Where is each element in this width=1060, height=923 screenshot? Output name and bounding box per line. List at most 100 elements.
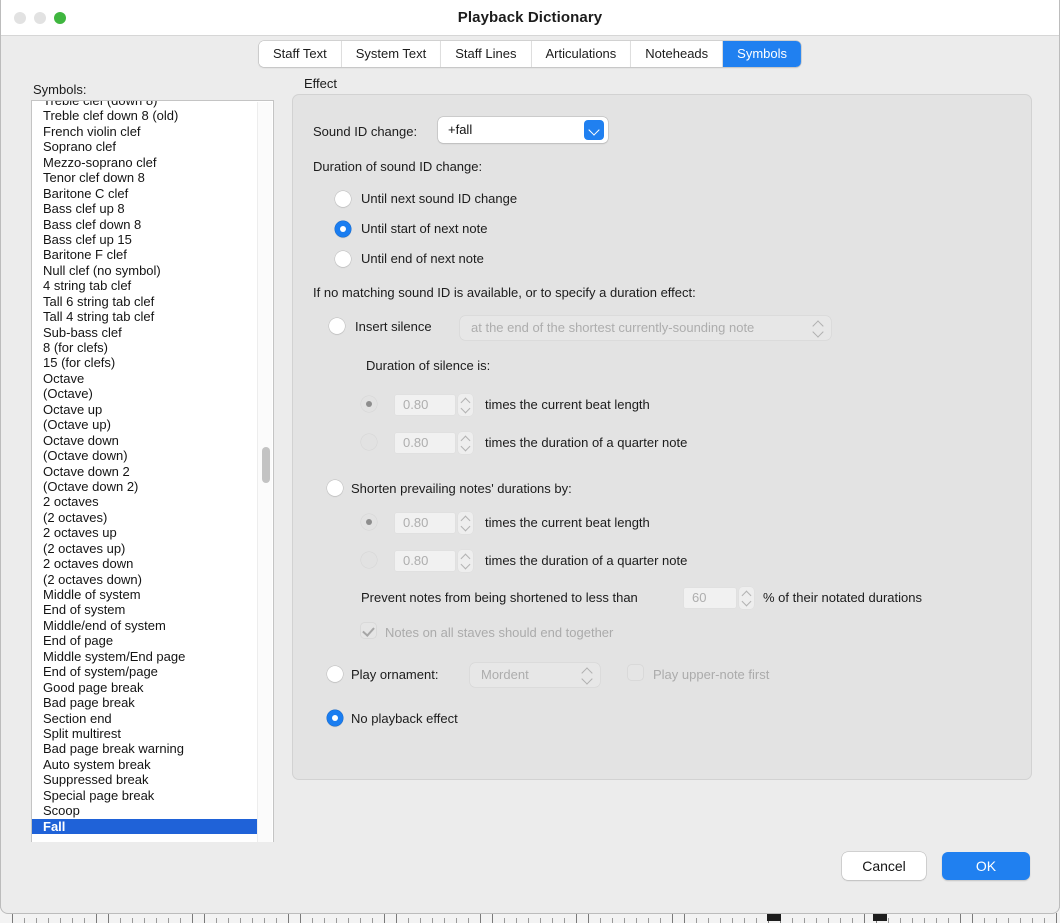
radio-no-playback-effect[interactable] — [327, 710, 343, 726]
symbol-list-item[interactable]: (Octave up) — [32, 417, 257, 432]
symbol-list-item[interactable]: Bass clef down 8 — [32, 217, 257, 232]
symbol-list-item[interactable]: Scoop — [32, 803, 257, 818]
checkbox-play-upper-note-first[interactable] — [628, 665, 643, 680]
symbol-list-item[interactable]: Treble clef down 8 (old) — [32, 108, 257, 123]
symbol-list-item[interactable]: End of system/page — [32, 664, 257, 679]
radio-insert-silence[interactable] — [329, 318, 345, 334]
symbol-list-item[interactable]: 4 string tab clef — [32, 278, 257, 293]
ruler-tick — [216, 918, 217, 923]
symbol-list-item[interactable]: 2 octaves — [32, 494, 257, 509]
silence-quarter-note-field[interactable]: 0.80 — [394, 432, 456, 454]
symbol-list-item[interactable]: Middle/end of system — [32, 618, 257, 633]
duration-of-silence-heading: Duration of silence is: — [366, 358, 491, 373]
ornament-type-popup[interactable]: Mordent — [470, 663, 600, 687]
ruler-tick — [960, 913, 961, 923]
silence-beat-length-stepper[interactable] — [458, 394, 473, 416]
sound-id-change-popup[interactable]: +fall — [438, 117, 608, 143]
symbol-list-item[interactable]: 2 octaves down — [32, 556, 257, 571]
ruler-tick — [756, 918, 757, 923]
tab-staff-text[interactable]: Staff Text — [258, 41, 342, 67]
symbol-list-item[interactable]: Mezzo-soprano clef — [32, 155, 257, 170]
symbol-list-item[interactable]: (Octave down) — [32, 448, 257, 463]
symbol-list-item[interactable]: (Octave down 2) — [32, 479, 257, 494]
chevron-down-icon[interactable] — [584, 120, 604, 140]
tab-symbols[interactable]: Symbols — [723, 41, 802, 67]
symbol-list-item[interactable]: Octave — [32, 371, 257, 386]
cancel-button[interactable]: Cancel — [842, 852, 926, 880]
symbol-list-item[interactable]: Special page break — [32, 788, 257, 803]
ruler-tick — [708, 918, 709, 923]
symbol-list-item[interactable]: Suppressed break — [32, 772, 257, 787]
radio-shorten-quarter-note[interactable] — [361, 552, 377, 568]
tab-noteheads[interactable]: Noteheads — [631, 41, 724, 67]
symbol-list-item[interactable]: Tenor clef down 8 — [32, 170, 257, 185]
symbol-list-item[interactable]: Bad page break warning — [32, 741, 257, 756]
prevent-shorten-suffix: % of their notated durations — [763, 590, 922, 605]
symbol-list-item[interactable]: Baritone C clef — [32, 186, 257, 201]
checkbox-staves-end-together[interactable] — [361, 623, 376, 638]
symbol-list-item[interactable]: Baritone F clef — [32, 247, 257, 262]
window-title: Playback Dictionary — [457, 9, 603, 26]
shorten-quarter-note-field[interactable]: 0.80 — [394, 550, 456, 572]
symbol-list-item[interactable]: French violin clef — [32, 124, 257, 139]
symbol-list-item[interactable]: (2 octaves down) — [32, 572, 257, 587]
shorten-beat-length-stepper[interactable] — [458, 512, 473, 534]
symbol-list-item[interactable]: Auto system break — [32, 757, 257, 772]
silence-beat-length-field[interactable]: 0.80 — [394, 394, 456, 416]
symbol-list-item-selected[interactable]: Fall — [32, 818, 257, 834]
radio-shorten-beat-length[interactable] — [361, 514, 377, 530]
symbol-list-item[interactable]: Treble clef (down 8) — [32, 101, 257, 108]
insert-silence-position-popup[interactable]: at the end of the shortest currently-sou… — [460, 316, 831, 340]
ruler-tick — [888, 918, 889, 923]
ruler-tick — [204, 913, 205, 923]
prevent-shorten-field[interactable]: 60 — [683, 587, 737, 609]
tab-staff-lines[interactable]: Staff Lines — [441, 41, 532, 67]
symbol-list-item[interactable]: Bad page break — [32, 695, 257, 710]
prevent-shorten-stepper[interactable] — [739, 587, 754, 609]
radio-play-ornament[interactable] — [327, 666, 343, 682]
symbol-list-item[interactable]: 8 (for clefs) — [32, 340, 257, 355]
symbol-list-item[interactable]: Octave down 2 — [32, 464, 257, 479]
symbol-list-item[interactable]: Good page break — [32, 680, 257, 695]
symbols-list-scrollbar[interactable] — [257, 102, 272, 849]
symbol-list-item[interactable]: (Octave) — [32, 386, 257, 401]
symbol-list-item[interactable]: End of system — [32, 602, 257, 617]
symbol-list-item[interactable]: (2 octaves up) — [32, 541, 257, 556]
shorten-quarter-note-stepper[interactable] — [458, 550, 473, 572]
symbol-list-item[interactable]: 2 octaves up — [32, 525, 257, 540]
ruler-tick — [288, 913, 289, 923]
tab-articulations[interactable]: Articulations — [531, 41, 632, 67]
symbol-list-item[interactable]: Octave down — [32, 433, 257, 448]
symbol-list-item[interactable]: Octave up — [32, 402, 257, 417]
symbol-list-item[interactable]: Bass clef up 8 — [32, 201, 257, 216]
silence-quarter-note-stepper[interactable] — [458, 432, 473, 454]
symbol-list-item[interactable]: Tall 4 string tab clef — [32, 309, 257, 324]
symbol-list-item[interactable]: Soprano clef — [32, 139, 257, 154]
symbol-list-item[interactable]: End of page — [32, 633, 257, 648]
shorten-prevailing-label: Shorten prevailing notes' durations by: — [351, 481, 572, 496]
radio-shorten-prevailing[interactable] — [327, 480, 343, 496]
symbol-list-item[interactable]: Null clef (no symbol) — [32, 263, 257, 278]
radio-until-start-next-note[interactable] — [335, 221, 351, 237]
symbol-list-item[interactable]: Sub-bass clef — [32, 325, 257, 340]
radio-silence-beat-length[interactable] — [361, 396, 377, 412]
radio-until-next-sound-id[interactable] — [335, 191, 351, 207]
symbol-list-item[interactable]: Middle system/End page — [32, 649, 257, 664]
ruler-tick — [108, 913, 109, 923]
symbol-list-item[interactable]: Split multirest — [32, 726, 257, 741]
ok-button[interactable]: OK — [942, 852, 1030, 880]
no-playback-effect-label: No playback effect — [351, 711, 458, 726]
symbol-list-item[interactable]: Section end — [32, 711, 257, 726]
symbol-list-item[interactable]: Middle of system — [32, 587, 257, 602]
symbols-list-scroll-thumb[interactable] — [262, 447, 270, 483]
shorten-beat-length-field[interactable]: 0.80 — [394, 512, 456, 534]
radio-until-end-next-note[interactable] — [335, 251, 351, 267]
tab-system-text[interactable]: System Text — [341, 41, 442, 67]
symbol-list-item[interactable]: Bass clef up 15 — [32, 232, 257, 247]
symbol-list-item[interactable]: Tall 6 string tab clef — [32, 294, 257, 309]
symbol-list-item[interactable]: 15 (for clefs) — [32, 355, 257, 370]
radio-silence-quarter-note[interactable] — [361, 434, 377, 450]
symbol-list-item[interactable]: (2 octaves) — [32, 510, 257, 525]
radio-until-next-sound-id-label: Until next sound ID change — [361, 191, 518, 206]
symbols-listbox[interactable]: Treble clef (down 8) Treble clef down 8 (… — [31, 100, 274, 850]
